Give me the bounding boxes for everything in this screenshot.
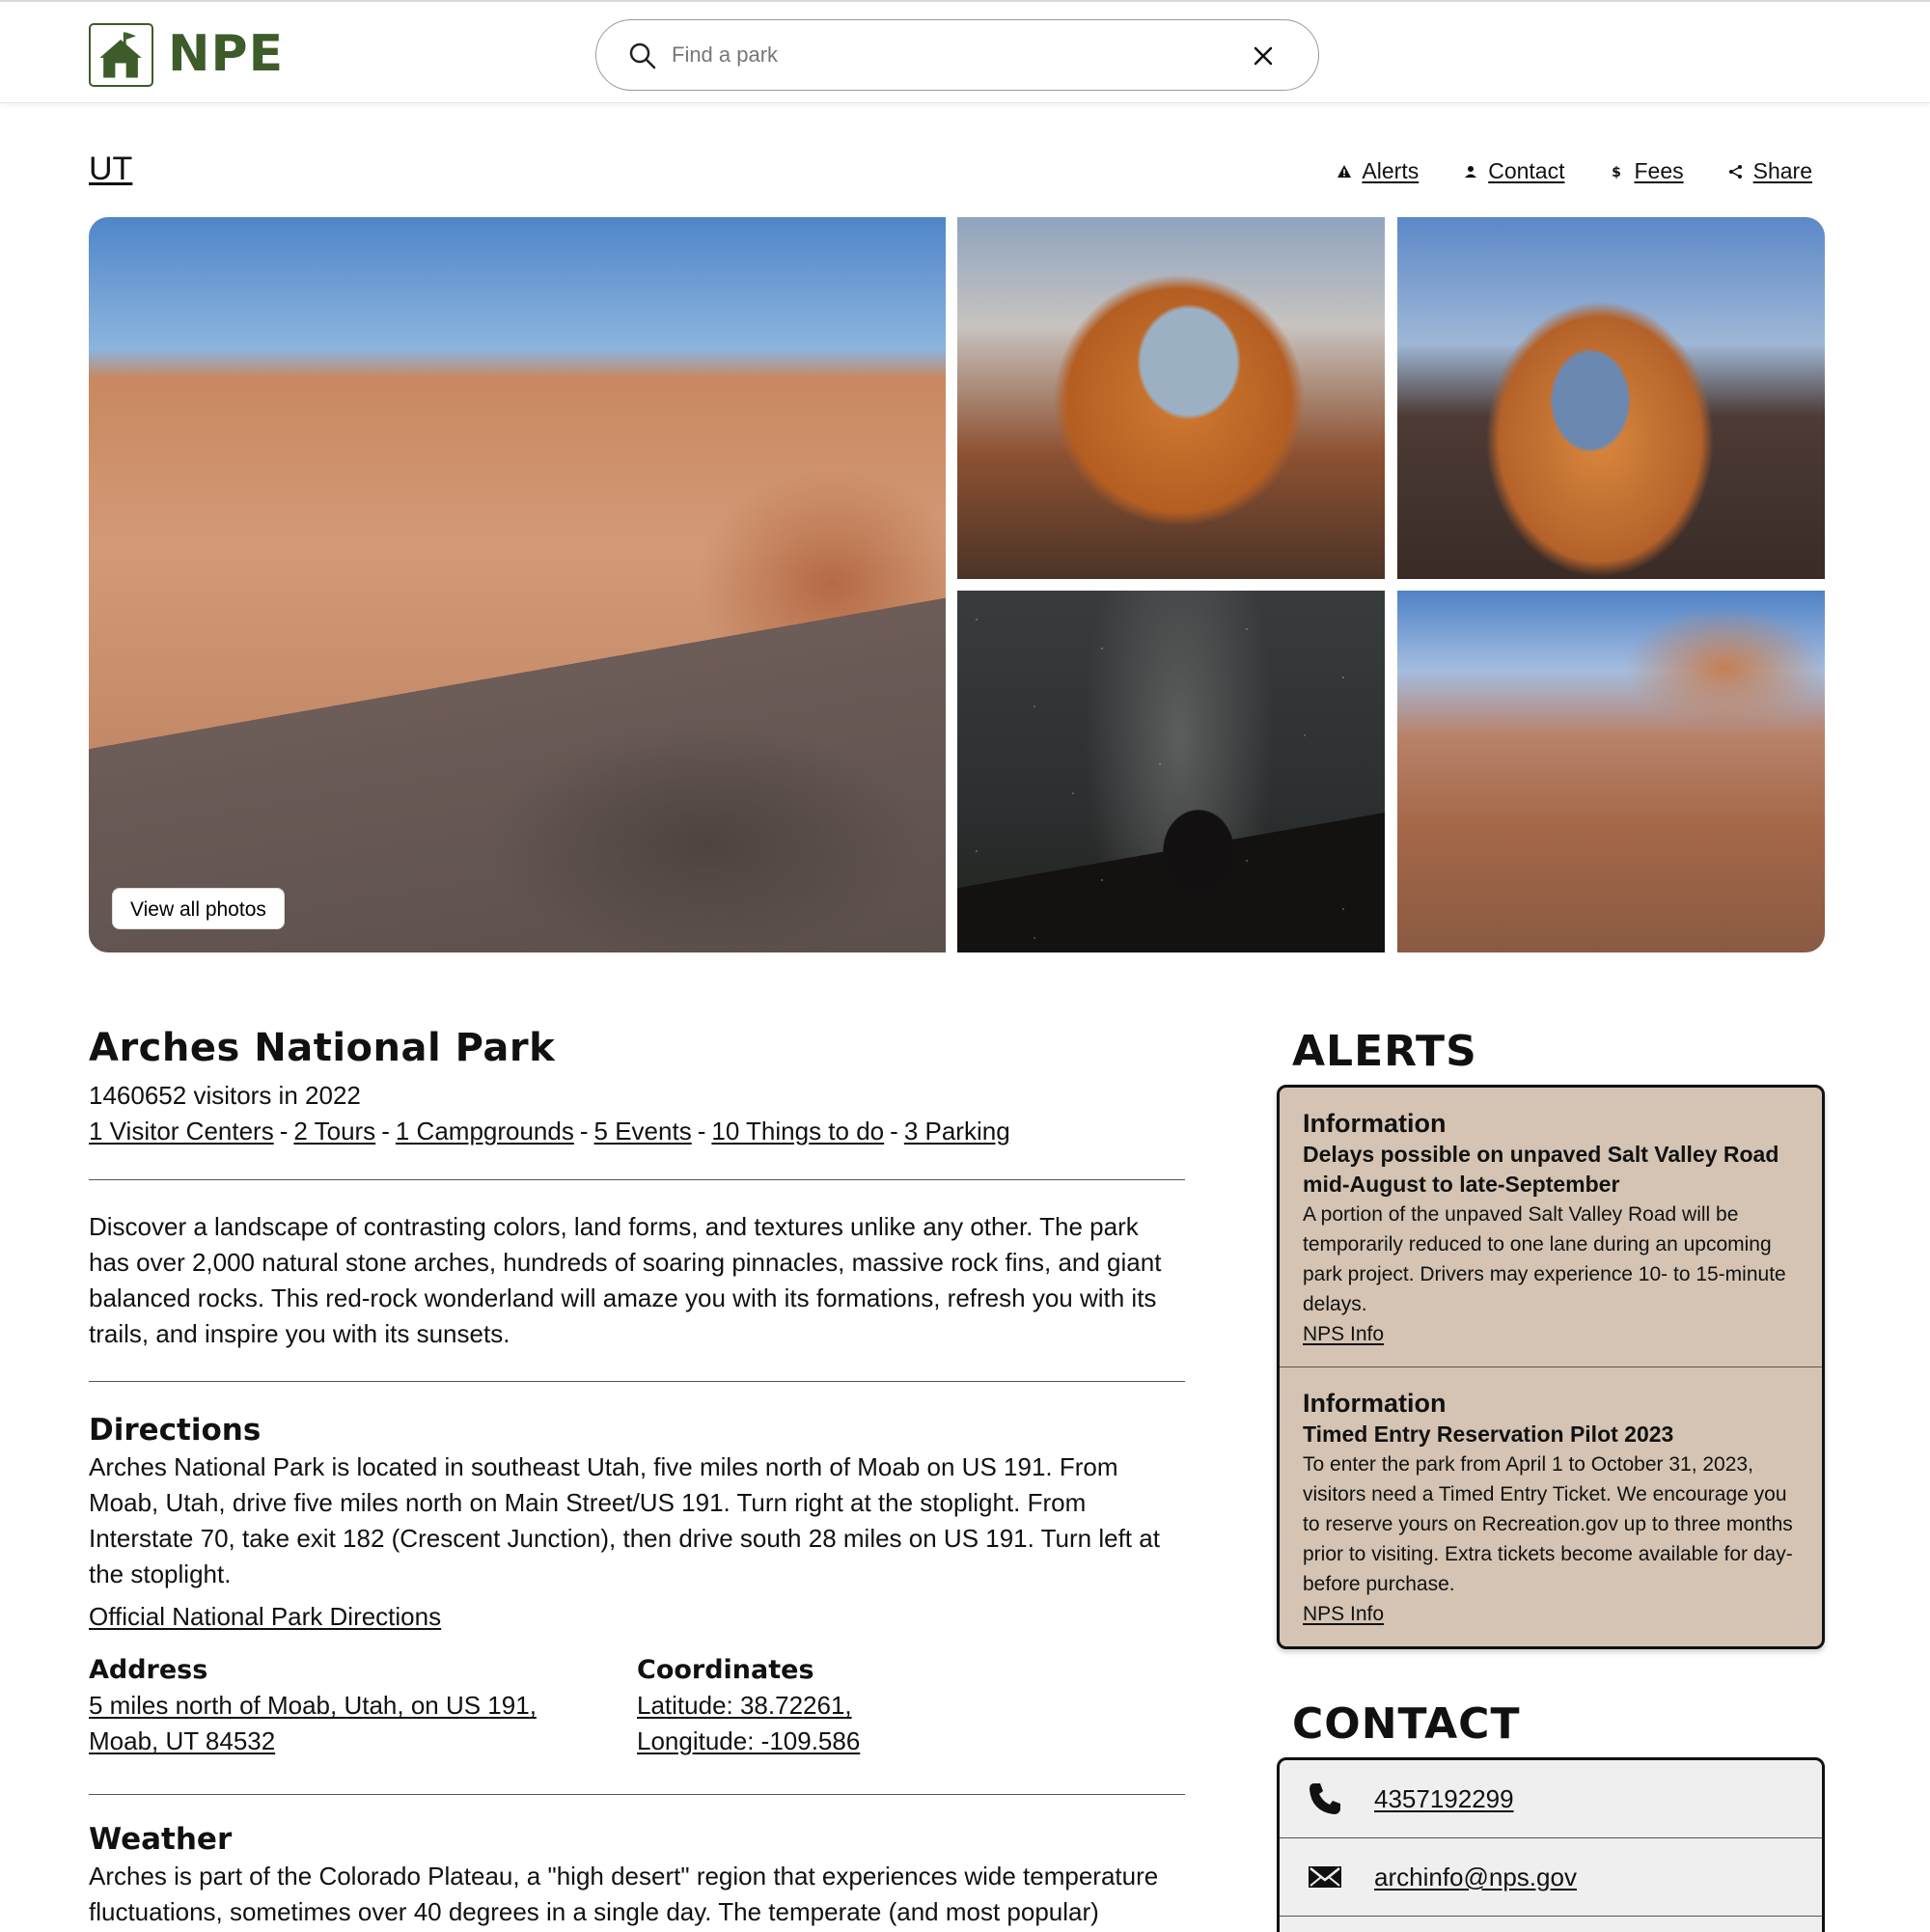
divider — [89, 1179, 1185, 1180]
alerts-panel: Information Delays possible on unpaved S… — [1277, 1085, 1825, 1649]
address-block: Address 5 miles north of Moab, Utah, on … — [89, 1653, 637, 1759]
divider — [89, 1381, 1185, 1382]
photo-night-sky[interactable] — [957, 591, 1385, 952]
photo-park-avenue-hikers[interactable] — [1397, 591, 1825, 952]
weather-text: Arches is part of the Colorado Plateau, … — [89, 1862, 1159, 1926]
warning-icon — [1337, 164, 1352, 178]
share-icon — [1728, 164, 1742, 179]
alerts-heading: ALERTS — [1292, 1027, 1477, 1076]
visitor-count: 1460652 visitors in 2022 — [89, 1081, 361, 1110]
photo-delicate-arch[interactable] — [1397, 217, 1825, 579]
contact-row-partial — [1280, 1917, 1822, 1932]
nps-info-link[interactable]: NPS Info — [1303, 1603, 1384, 1625]
alert-title: Timed Entry Reservation Pilot 2023 — [1303, 1421, 1674, 1447]
contact-phone-row: 4357192299 — [1280, 1760, 1822, 1838]
phone-icon — [1310, 1783, 1340, 1814]
share-link-label[interactable]: Share — [1753, 158, 1812, 184]
separator: - — [381, 1117, 390, 1145]
directions-text: Arches National Park is located in south… — [89, 1452, 1160, 1588]
address-line-2[interactable]: Moab, UT 84532 — [89, 1726, 275, 1755]
parking-link[interactable]: 3 Parking — [904, 1117, 1010, 1145]
fees-link[interactable]: $ Fees — [1609, 158, 1684, 184]
quick-links: Alerts Contact $ Fees Share — [1337, 158, 1812, 184]
svg-text:$: $ — [1613, 165, 1622, 179]
search-bar[interactable] — [595, 19, 1319, 91]
address-line-1[interactable]: 5 miles north of Moab, Utah, on US 191, — [89, 1691, 537, 1720]
address-heading: Address — [89, 1655, 208, 1685]
contact-link[interactable]: Contact — [1463, 158, 1564, 184]
contact-email-row: archinfo@nps.gov — [1280, 1838, 1822, 1917]
alert-item: Information Delays possible on unpaved S… — [1280, 1088, 1822, 1366]
stars-overlay — [957, 591, 1385, 952]
separator: - — [579, 1117, 589, 1145]
page-title: Arches National Park — [89, 1026, 556, 1070]
contact-panel: 4357192299 archinfo@nps.gov — [1277, 1757, 1825, 1932]
alerts-link[interactable]: Alerts — [1337, 158, 1419, 184]
separator: - — [697, 1117, 706, 1145]
divider — [89, 1794, 1185, 1795]
weather-heading: Weather — [89, 1822, 233, 1857]
fees-link-label[interactable]: Fees — [1634, 158, 1683, 184]
photo-arch-sunset[interactable] — [957, 217, 1385, 579]
phone-link[interactable]: 4357192299 — [1374, 1784, 1514, 1814]
share-link[interactable]: Share — [1728, 158, 1812, 184]
alert-text: A portion of the unpaved Salt Valley Roa… — [1303, 1203, 1786, 1315]
latitude-link[interactable]: Latitude: 38.72261, — [637, 1691, 852, 1720]
address-coordinates: Address 5 miles north of Moab, Utah, on … — [89, 1653, 1185, 1759]
email-icon — [1309, 1866, 1341, 1888]
state-link[interactable]: UT — [89, 151, 132, 188]
search-input[interactable] — [672, 36, 1212, 74]
contact-link-label[interactable]: Contact — [1488, 158, 1564, 184]
dollar-icon: $ — [1613, 165, 1622, 179]
nps-info-link[interactable]: NPS Info — [1303, 1323, 1384, 1345]
brand-name[interactable]: NPE — [168, 23, 284, 85]
alert-text: To enter the park from April 1 to Octobe… — [1303, 1453, 1793, 1595]
official-directions-link[interactable]: Official National Park Directions — [89, 1602, 441, 1632]
alert-type: Information — [1303, 1109, 1447, 1138]
park-description: Discover a landscape of contrasting colo… — [89, 1212, 1162, 1348]
house-flag-icon — [99, 32, 142, 78]
view-all-photos-button[interactable]: View all photos — [112, 888, 285, 929]
directions-heading: Directions — [89, 1413, 262, 1448]
things-to-do-link[interactable]: 10 Things to do — [711, 1117, 884, 1145]
email-link[interactable]: archinfo@nps.gov — [1374, 1863, 1577, 1892]
photo-main-delicate-arch-crowd[interactable] — [89, 217, 946, 952]
alerts-link-label[interactable]: Alerts — [1362, 158, 1419, 184]
separator: - — [279, 1117, 289, 1145]
logo-home-icon[interactable] — [89, 23, 153, 87]
amenity-counts: 1 Visitor Centers -2 Tours -1 Campgrounds -… — [89, 1112, 1185, 1150]
tours-link[interactable]: 2 Tours — [293, 1117, 375, 1145]
contact-heading: CONTACT — [1292, 1699, 1521, 1749]
main-content: Arches National Park 1460652 visitors in… — [89, 1023, 1185, 1932]
longitude-link[interactable]: Longitude: -109.586 — [637, 1726, 860, 1755]
separator: - — [890, 1117, 898, 1145]
campgrounds-link[interactable]: 1 Campgrounds — [396, 1117, 574, 1145]
visitor-centers-link[interactable]: 1 Visitor Centers — [89, 1117, 274, 1145]
close-icon[interactable] — [1253, 45, 1274, 67]
coordinates-block: Coordinates Latitude: 38.72261, Longitud… — [637, 1653, 1185, 1759]
alert-title: Delays possible on unpaved Salt Valley R… — [1303, 1142, 1779, 1197]
sidebar: ALERTS Information Delays possible on un… — [1277, 1025, 1825, 1932]
coordinates-heading: Coordinates — [637, 1655, 814, 1685]
events-link[interactable]: 5 Events — [594, 1117, 692, 1145]
alert-item: Information Timed Entry Reservation Pilo… — [1280, 1366, 1822, 1646]
alert-type: Information — [1303, 1389, 1447, 1418]
search-icon — [629, 42, 656, 69]
top-bar: NPE — [0, 0, 1930, 103]
person-icon — [1465, 165, 1477, 178]
